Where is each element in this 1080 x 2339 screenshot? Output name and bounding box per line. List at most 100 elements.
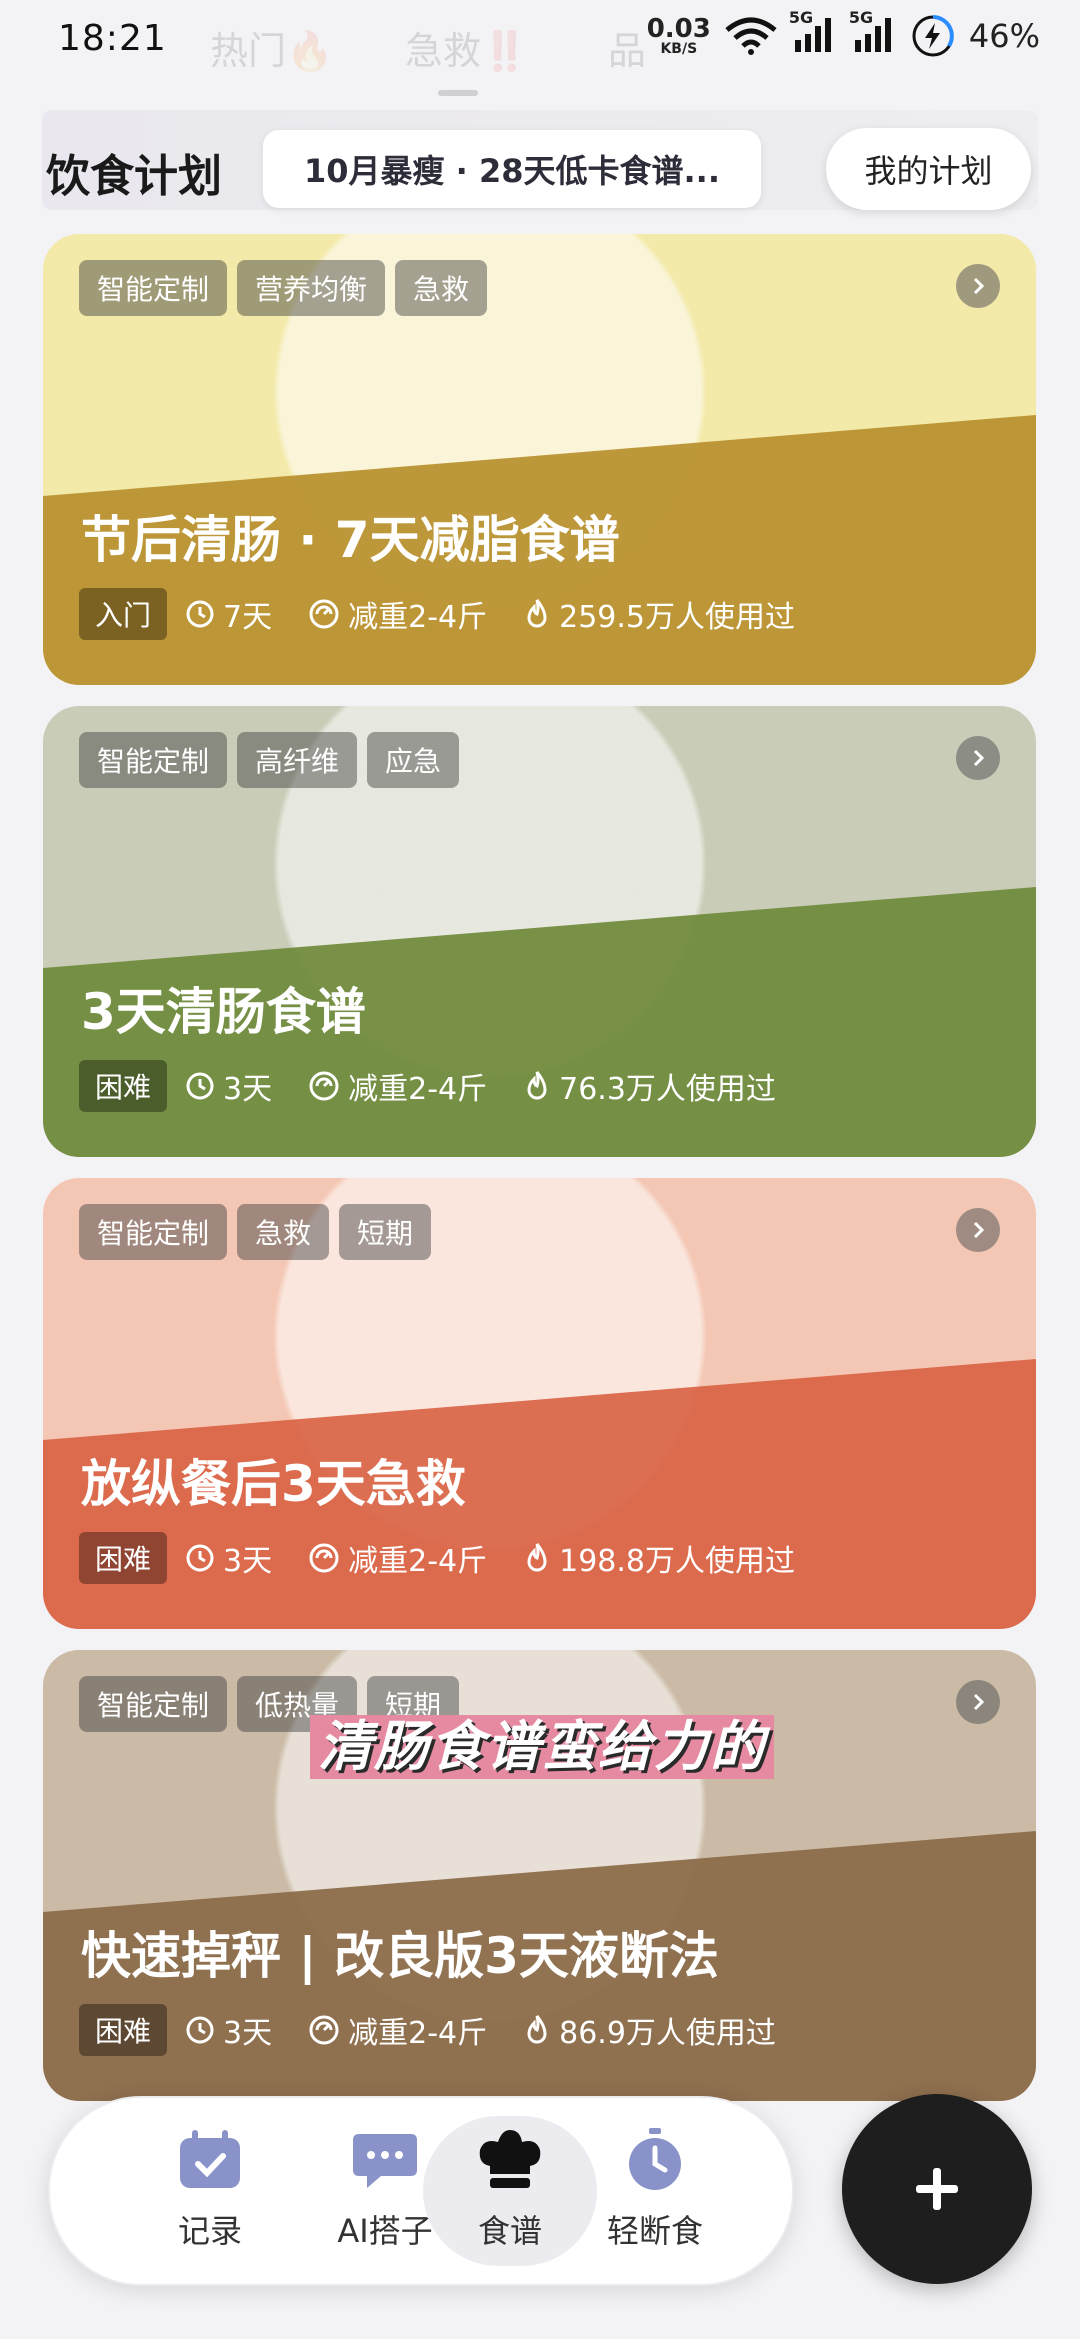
plan-tag: 智能定制 — [79, 1676, 228, 1732]
wifi-icon — [725, 17, 777, 55]
difficulty-badge: 入门 — [79, 588, 168, 640]
drag-handle[interactable] — [438, 90, 478, 96]
plan-title: 放纵餐后3天急救 — [81, 1455, 466, 1513]
user-count-text: 86.9万人使用过 — [559, 2016, 776, 2051]
clock-icon — [186, 1072, 214, 1100]
plan-tag: 急救 — [395, 260, 488, 316]
plan-header: 饮食计划 10月暴瘦 · 28天低卡食谱... 我的计划 — [0, 110, 1080, 230]
plan-tag: 智能定制 — [79, 732, 228, 788]
plan-tag: 营养均衡 — [237, 260, 386, 316]
duration-text: 3天 — [223, 2016, 273, 2051]
nav-item-record[interactable]: 记录 — [130, 2128, 290, 2252]
calendar-check-icon — [180, 2130, 240, 2188]
ghost-tab-third: 品 — [608, 29, 647, 73]
weight-loss-icon — [309, 1543, 339, 1573]
duration: 7天 — [185, 592, 272, 636]
user-count-text: 259.5万人使用过 — [559, 600, 795, 635]
chevron-right-icon[interactable] — [956, 264, 1000, 308]
status-icons: 0.03 KB/S 5G 5G 46% — [646, 8, 1040, 58]
clock-icon — [186, 2016, 214, 2044]
user-count: 198.8万人使用过 — [523, 1536, 795, 1580]
nav-label: 食谱 — [477, 2212, 542, 2250]
weight-loss-icon — [309, 599, 339, 629]
plan-meta: 困难 3天 减重2-4斤 198.8万人使用过 — [79, 1532, 831, 1584]
plan-tag: 高纤维 — [237, 732, 358, 788]
duration-text: 7天 — [223, 600, 273, 635]
stopwatch-icon — [629, 2128, 681, 2190]
nav-item-recipes[interactable]: 食谱 — [430, 2128, 590, 2252]
weight-loss-text: 减重2-4斤 — [348, 2016, 488, 2051]
difficulty-badge: 困难 — [79, 2004, 168, 2056]
plan-tag: 应急 — [367, 732, 460, 788]
user-count-text: 76.3万人使用过 — [559, 1072, 776, 1107]
user-count-text: 198.8万人使用过 — [559, 1544, 795, 1579]
plan-tags: 智能定制 急救 短期 — [79, 1204, 432, 1260]
weight-loss-icon — [309, 1071, 339, 1101]
network-type-2: 5G — [848, 8, 874, 27]
status-bar: 18:21 热门🔥 急救‼️ 品 0.03 KB/S 5G 5G 46% — [0, 0, 1080, 86]
plan-meta: 入门 7天 减重2-4斤 259.5万人使用过 — [79, 588, 831, 640]
user-count: 259.5万人使用过 — [523, 592, 795, 636]
speed-unit: KB/S — [660, 41, 698, 57]
clock-icon — [186, 600, 214, 628]
chevron-right-icon[interactable] — [956, 736, 1000, 780]
chevron-right-icon[interactable] — [956, 1680, 1000, 1724]
difficulty-badge: 困难 — [79, 1532, 168, 1584]
user-count: 86.9万人使用过 — [523, 2008, 776, 2052]
weight-loss-icon — [309, 2015, 339, 2045]
weight-loss-text: 减重2-4斤 — [348, 1072, 488, 1107]
ghost-tab-rescue: 急救‼️ — [405, 29, 529, 73]
chef-hat-icon — [479, 2130, 541, 2188]
plan-card[interactable]: 智能定制 营养均衡 急救节后清肠 · 7天减脂食谱入门 7天 减重2-4斤 259.5万人… — [43, 234, 1036, 685]
duration-text: 3天 — [223, 1544, 273, 1579]
battery-percent: 46% — [968, 17, 1040, 55]
chat-bubble-icon — [353, 2134, 417, 2188]
status-time: 18:21 — [58, 18, 167, 59]
page-title: 饮食计划 — [46, 151, 222, 202]
plan-title: 快速掉秤 | 改良版3天液断法 — [81, 1927, 719, 1985]
battery-charging-icon — [912, 15, 954, 57]
bottom-nav: 记录 AI搭子 食谱 轻断食 — [48, 2096, 794, 2286]
plan-card[interactable]: 智能定制 急救 短期 放纵餐后3天急救 困难 3天 减重2-4斤 198.8万人使用过 — [43, 1178, 1036, 1629]
nav-label: 记录 — [177, 2212, 242, 2250]
plan-tag: 急救 — [237, 1204, 330, 1260]
plan-tag: 智能定制 — [79, 260, 228, 316]
plan-meta: 困难 3天 减重2-4斤 76.3万人使用过 — [79, 1060, 812, 1112]
duration: 3天 — [185, 1064, 272, 1108]
duration: 3天 — [185, 2008, 272, 2052]
clock-icon — [186, 1544, 214, 1572]
plan-meta: 困难 3天 减重2-4斤 86.9万人使用过 — [79, 2004, 812, 2056]
plan-tag: 智能定制 — [79, 1204, 228, 1260]
ghost-tab-hot: 热门🔥 — [210, 29, 334, 73]
plan-tag: 短期 — [339, 1204, 432, 1260]
flame-icon — [527, 1071, 547, 1100]
nav-item-fasting[interactable]: 轻断食 — [575, 2128, 735, 2252]
featured-plan-banner[interactable]: 10月暴瘦 · 28天低卡食谱... — [263, 130, 761, 208]
add-button[interactable] — [842, 2094, 1032, 2284]
speed-value: 0.03 — [646, 14, 711, 44]
my-plan-button[interactable]: 我的计划 — [826, 128, 1031, 210]
network-type-1: 5G — [788, 8, 814, 27]
flame-icon — [527, 1543, 547, 1572]
video-caption-overlay: 清肠食谱蛮给力的 — [310, 1715, 774, 1779]
plus-icon — [916, 2168, 958, 2210]
nav-label: AI搭子 — [337, 2212, 433, 2250]
user-count: 76.3万人使用过 — [523, 1064, 776, 1108]
weight-loss: 减重2-4斤 — [308, 1064, 487, 1108]
signal-1: 5G — [789, 8, 837, 58]
weight-loss: 减重2-4斤 — [308, 1536, 487, 1580]
plan-title: 节后清肠 · 7天减脂食谱 — [81, 511, 620, 569]
chevron-right-icon[interactable] — [956, 1208, 1000, 1252]
flame-icon — [527, 2015, 547, 2044]
weight-loss: 减重2-4斤 — [308, 592, 487, 636]
duration: 3天 — [185, 1536, 272, 1580]
plan-tags: 智能定制 营养均衡 急救 — [79, 260, 488, 316]
signal-2: 5G — [849, 8, 897, 58]
flame-icon — [527, 599, 547, 628]
weight-loss: 减重2-4斤 — [308, 2008, 487, 2052]
difficulty-badge: 困难 — [79, 1060, 168, 1112]
nav-label: 轻断食 — [606, 2212, 703, 2250]
plan-card[interactable]: 智能定制 高纤维 应急 3天清肠食谱困难 3天 减重2-4斤 76.3万人使用过 — [43, 706, 1036, 1157]
plan-title: 3天清肠食谱 — [81, 983, 366, 1041]
duration-text: 3天 — [223, 1072, 273, 1107]
